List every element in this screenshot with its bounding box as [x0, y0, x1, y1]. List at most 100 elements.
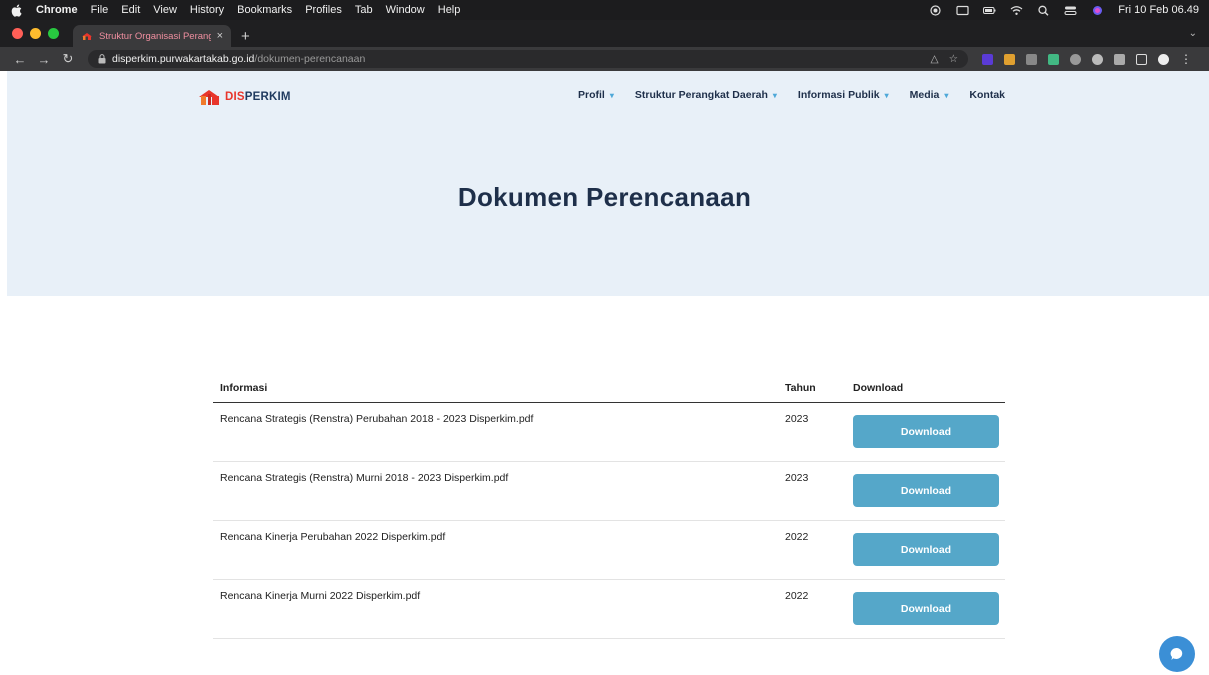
vue-devtools-icon[interactable]	[1048, 53, 1059, 65]
extension-circle-icon[interactable]	[1092, 53, 1103, 65]
menu-window[interactable]: Window	[386, 4, 425, 16]
tab-search-chevron-icon[interactable]: ⌄	[1189, 20, 1197, 47]
menu-tab[interactable]: Tab	[355, 4, 373, 16]
zoom-window-button[interactable]	[48, 28, 59, 39]
back-arrow-icon[interactable]: ←	[10, 52, 30, 67]
extensions-puzzle-icon[interactable]	[1114, 53, 1125, 65]
documents-table: Informasi Tahun Download Rencana Strateg…	[213, 374, 1005, 639]
bookmark-star-icon[interactable]: ☆	[949, 53, 958, 65]
menu-app-name[interactable]: Chrome	[36, 4, 78, 16]
spotlight-search-icon[interactable]	[1037, 5, 1050, 16]
reload-icon[interactable]: ↻	[58, 51, 78, 67]
nav-label: Informasi Publik	[797, 89, 880, 101]
url-host: disperkim.purwakartakab.go.id	[112, 53, 255, 65]
nav-kontak[interactable]: Kontak	[969, 89, 1005, 101]
battery-icon[interactable]	[983, 5, 996, 16]
forward-arrow-icon[interactable]: →	[34, 52, 54, 67]
new-tab-button[interactable]: +	[241, 25, 250, 47]
nav-label: Struktur Perangkat Daerah	[634, 89, 768, 101]
close-window-button[interactable]	[12, 28, 23, 39]
menu-edit[interactable]: Edit	[121, 4, 140, 16]
lock-icon[interactable]	[98, 54, 106, 64]
siri-icon[interactable]	[1091, 5, 1104, 16]
page-title: Dokumen Perencanaan	[457, 182, 752, 212]
nav-profil[interactable]: Profil ▾	[578, 89, 614, 101]
chevron-down-icon: ▾	[772, 90, 777, 100]
main-nav: Profil ▾ Struktur Perangkat Daerah ▾ Infor…	[578, 89, 1005, 101]
extension-gear-icon[interactable]	[1070, 53, 1081, 65]
menu-history[interactable]: History	[190, 4, 224, 16]
sidebar-toggle-icon[interactable]	[1136, 53, 1147, 65]
chevron-down-icon: ▾	[609, 90, 614, 100]
download-cell: Download	[853, 580, 1005, 625]
status-icons: Fri 10 Feb 06.49	[929, 4, 1199, 16]
brand-perkim: PERKIM	[244, 91, 291, 103]
site-brand: DISPERKIM	[225, 91, 291, 103]
document-year: 2023	[785, 413, 809, 425]
macos-menubar: Chrome File Edit View History Bookmarks …	[0, 0, 1209, 20]
browser-tabstrip: Struktur Organisasi Perangkat × + ⌄	[0, 20, 1209, 47]
brand-dis: DIS	[225, 91, 245, 103]
site-logo[interactable]: DISPERKIM	[198, 88, 291, 106]
control-center-icon[interactable]	[1064, 5, 1077, 16]
web-page: DISPERKIM Profil ▾ Struktur Perangkat Dae…	[0, 71, 1209, 675]
download-button[interactable]: Download	[853, 533, 999, 566]
chat-bubble-icon	[1170, 647, 1183, 660]
chevron-down-icon: ▾	[944, 90, 949, 100]
address-bar[interactable]: disperkim.purwakartakab.go.id/dokumen-pe…	[88, 50, 968, 68]
table-header: Informasi Tahun Download	[213, 374, 1005, 403]
profile-avatar-icon[interactable]	[1158, 53, 1169, 65]
browser-toolbar: ← → ↻ disperkim.purwakartakab.go.id/doku…	[0, 47, 1209, 71]
disperkim-favicon	[82, 33, 92, 40]
nav-label: Kontak	[969, 89, 1005, 101]
menu-profiles[interactable]: Profiles	[305, 4, 342, 16]
chat-widget-button[interactable]	[1159, 636, 1195, 672]
download-cell: Download	[853, 403, 1005, 448]
disperkim-logo-icon	[199, 90, 219, 105]
download-button[interactable]: Download	[853, 415, 999, 448]
menu-view[interactable]: View	[153, 4, 177, 16]
share-icon[interactable]: △	[931, 53, 939, 65]
extension-flag-icon[interactable]	[1026, 53, 1037, 65]
extension-color-icon[interactable]	[1004, 53, 1015, 65]
download-button[interactable]: Download	[853, 474, 999, 507]
menu-bookmarks[interactable]: Bookmarks	[237, 4, 292, 16]
table-row: Rencana Strategis (Renstra) Perubahan 20…	[213, 403, 1005, 462]
minimize-window-button[interactable]	[30, 28, 41, 39]
screen-record-icon[interactable]	[929, 4, 942, 16]
menu-help[interactable]: Help	[438, 4, 461, 16]
browser-menu-icon[interactable]: ⋮	[1180, 53, 1192, 65]
menubar-clock[interactable]: Fri 10 Feb 06.49	[1118, 4, 1199, 16]
download-cell: Download	[853, 521, 1005, 566]
document-name: Rencana Kinerja Murni 2022 Disperkim.pdf	[220, 590, 421, 602]
nav-label: Media	[909, 89, 940, 101]
nav-informasi-publik[interactable]: Informasi Publik ▾	[798, 89, 889, 101]
tab-close-icon[interactable]: ×	[217, 30, 223, 42]
chevron-down-icon: ▾	[884, 90, 889, 100]
download-button[interactable]: Download	[853, 592, 999, 625]
header-informasi: Informasi	[220, 382, 268, 394]
window-controls	[12, 20, 59, 47]
table-row: Rencana Kinerja Perubahan 2022 Disperkim…	[213, 521, 1005, 580]
url-path: /dokumen-perencanaan	[254, 53, 366, 65]
document-year: 2022	[785, 531, 809, 543]
omnibox-actions: △ ☆	[931, 53, 959, 65]
nav-media[interactable]: Media ▾	[910, 89, 949, 101]
tab-title: Struktur Organisasi Perangkat	[99, 30, 211, 42]
extensions-bar: ⋮	[982, 53, 1192, 65]
extension-badge-icon[interactable]	[982, 53, 993, 65]
menu-file[interactable]: File	[91, 4, 109, 16]
document-name: Rencana Kinerja Perubahan 2022 Disperkim…	[220, 531, 446, 543]
table-row: Rencana Kinerja Murni 2022 Disperkim.pdf…	[213, 580, 1005, 639]
document-name: Rencana Strategis (Renstra) Murni 2018 -…	[220, 472, 509, 484]
apple-icon[interactable]	[10, 3, 22, 17]
wifi-icon[interactable]	[1010, 5, 1023, 16]
browser-tab-active[interactable]: Struktur Organisasi Perangkat ×	[73, 25, 231, 47]
display-icon[interactable]	[956, 5, 969, 16]
download-cell: Download	[853, 462, 1005, 507]
header-tahun: Tahun	[785, 382, 816, 394]
nav-label: Profil	[578, 89, 605, 101]
document-year: 2023	[785, 472, 809, 484]
table-row: Rencana Strategis (Renstra) Murni 2018 -…	[213, 462, 1005, 521]
nav-struktur-perangkat-daerah[interactable]: Struktur Perangkat Daerah ▾	[635, 89, 777, 101]
